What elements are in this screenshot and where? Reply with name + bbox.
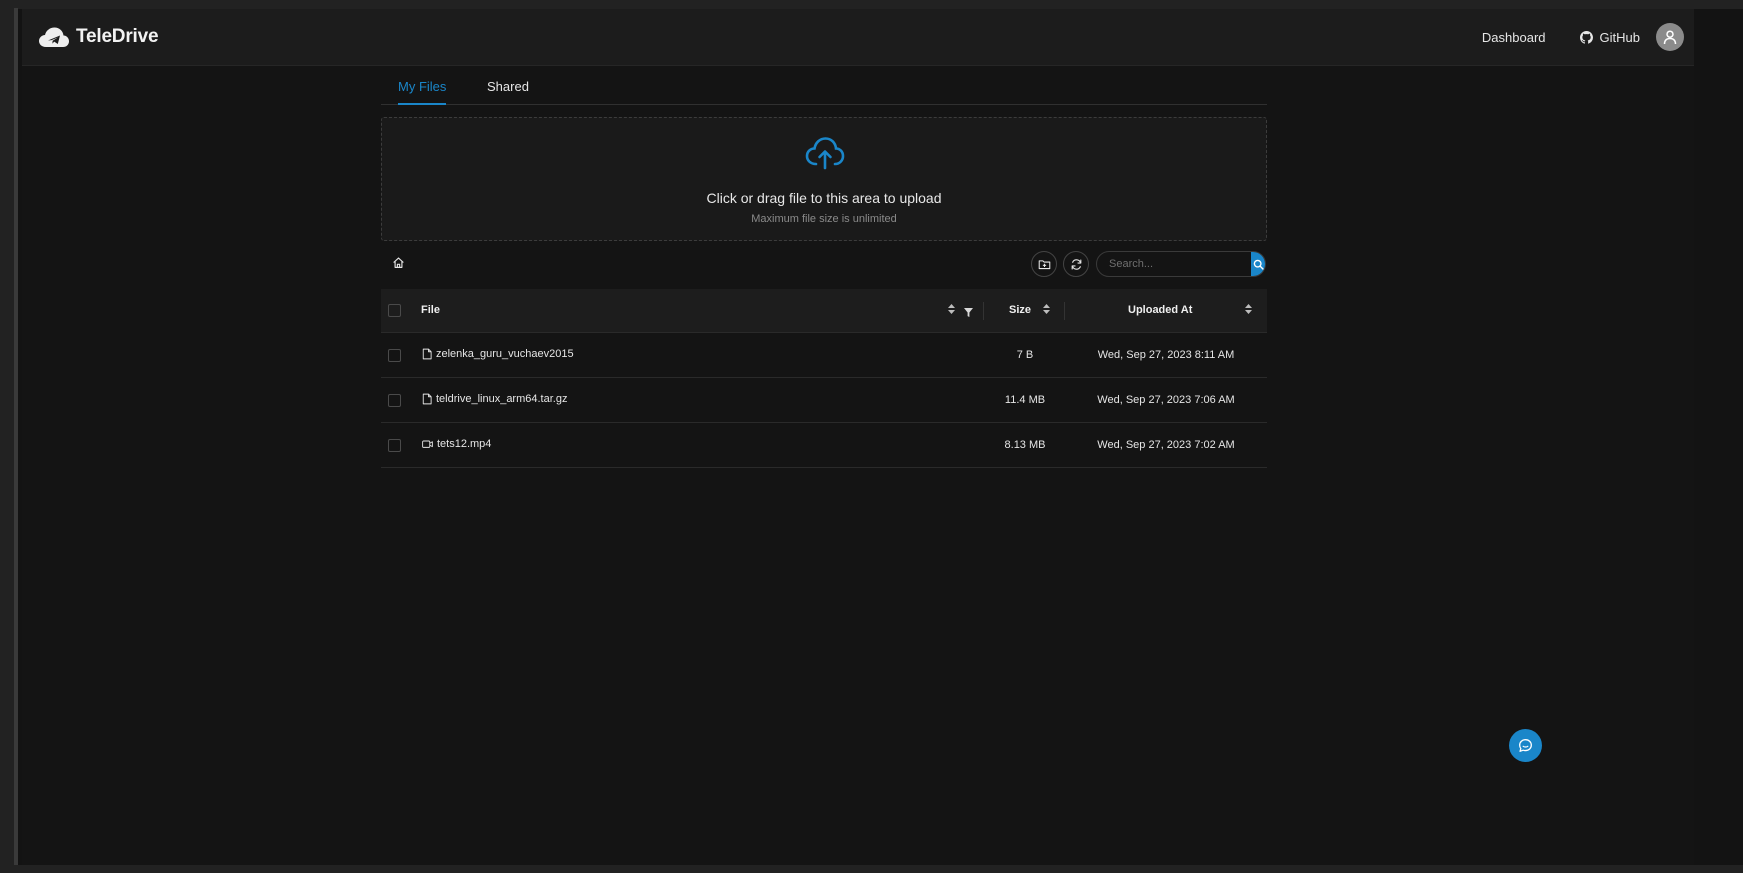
file-size: 11.4 MB xyxy=(1004,394,1046,406)
github-icon xyxy=(1579,30,1593,44)
github-link[interactable]: GitHub xyxy=(1579,29,1640,45)
refresh-icon xyxy=(1071,258,1081,270)
tab-shared[interactable]: Shared xyxy=(487,79,529,94)
sort-icon[interactable] xyxy=(948,304,955,314)
file-size: 8.13 MB xyxy=(1004,439,1046,451)
table-row[interactable]: zelenka_guru_vuchaev2015 7 B Wed, Sep 27… xyxy=(381,333,1267,378)
file-uploaded-at: Wed, Sep 27, 2023 7:02 AM xyxy=(1097,439,1235,451)
chat-icon xyxy=(1519,739,1532,752)
refresh-button[interactable] xyxy=(1063,251,1089,277)
folder-add-icon xyxy=(1038,259,1050,269)
column-header-uploaded-at[interactable]: Uploaded At xyxy=(1128,304,1192,316)
file-size: 7 B xyxy=(1016,349,1034,361)
file-name-cell[interactable]: zelenka_guru_vuchaev2015 xyxy=(421,348,574,360)
file-uploaded-at: Wed, Sep 27, 2023 8:11 AM xyxy=(1097,349,1235,361)
column-header-file[interactable]: File xyxy=(421,304,440,316)
file-tabs: My Files Shared xyxy=(381,66,1267,105)
file-name-cell[interactable]: teldrive_linux_arm64.tar.gz xyxy=(421,393,567,405)
file-table: File Size Uploaded At zelenka_guru_vucha… xyxy=(381,289,1267,468)
top-navbar: TeleDrive Dashboard GitHub xyxy=(22,9,1694,66)
table-header: File Size Uploaded At xyxy=(381,289,1267,333)
window-frame-top xyxy=(0,0,1743,9)
teledrive-logo-icon xyxy=(38,24,72,50)
file-uploaded-at: Wed, Sep 27, 2023 7:06 AM xyxy=(1097,394,1235,406)
navbar-actions: Dashboard GitHub xyxy=(1482,23,1684,51)
table-row[interactable]: teldrive_linux_arm64.tar.gz 11.4 MB Wed,… xyxy=(381,378,1267,423)
file-name-cell[interactable]: tets12.mp4 xyxy=(421,438,491,450)
search-input[interactable] xyxy=(1097,252,1251,276)
file-toolbar xyxy=(381,251,1267,279)
search-button[interactable] xyxy=(1251,252,1265,276)
window-frame-bottom xyxy=(0,865,1743,873)
sort-icon[interactable] xyxy=(1043,304,1050,314)
select-all-checkbox[interactable] xyxy=(388,304,401,317)
search-icon xyxy=(1253,259,1264,270)
file-name: tets12.mp4 xyxy=(437,438,492,450)
search-box xyxy=(1096,251,1266,277)
window-frame-left xyxy=(0,0,18,873)
user-icon xyxy=(1663,30,1677,45)
cloud-upload-icon xyxy=(805,137,845,170)
upload-hint: Maximum file size is unlimited xyxy=(751,213,897,225)
table-row[interactable]: tets12.mp4 8.13 MB Wed, Sep 27, 2023 7:0… xyxy=(381,423,1267,468)
upload-title: Click or drag file to this area to uploa… xyxy=(706,190,942,206)
dashboard-link[interactable]: Dashboard xyxy=(1482,30,1546,45)
main-content: My Files Shared Click or drag file to th… xyxy=(381,66,1267,468)
user-avatar[interactable] xyxy=(1656,23,1684,51)
home-icon[interactable] xyxy=(392,256,405,274)
filter-icon[interactable] xyxy=(964,304,973,322)
file-icon xyxy=(422,393,432,405)
column-divider xyxy=(1064,302,1065,320)
new-folder-button[interactable] xyxy=(1031,251,1057,277)
row-checkbox[interactable] xyxy=(388,349,401,362)
column-divider xyxy=(983,302,984,320)
file-icon xyxy=(422,348,432,360)
upload-dropzone[interactable]: Click or drag file to this area to uploa… xyxy=(381,117,1267,241)
file-name: teldrive_linux_arm64.tar.gz xyxy=(436,393,568,405)
app-window: TeleDrive Dashboard GitHub My Files Shar… xyxy=(22,9,1694,865)
file-name: zelenka_guru_vuchaev2015 xyxy=(436,348,574,360)
brand[interactable]: TeleDrive xyxy=(38,24,159,50)
row-checkbox[interactable] xyxy=(388,439,401,452)
tab-my-files[interactable]: My Files xyxy=(398,79,447,105)
sort-icon[interactable] xyxy=(1245,304,1252,314)
column-header-size[interactable]: Size xyxy=(1009,304,1031,316)
row-checkbox[interactable] xyxy=(388,394,401,407)
support-chat-button[interactable] xyxy=(1509,729,1542,762)
brand-name: TeleDrive xyxy=(76,26,159,47)
github-label: GitHub xyxy=(1599,29,1640,45)
video-icon xyxy=(422,440,433,448)
